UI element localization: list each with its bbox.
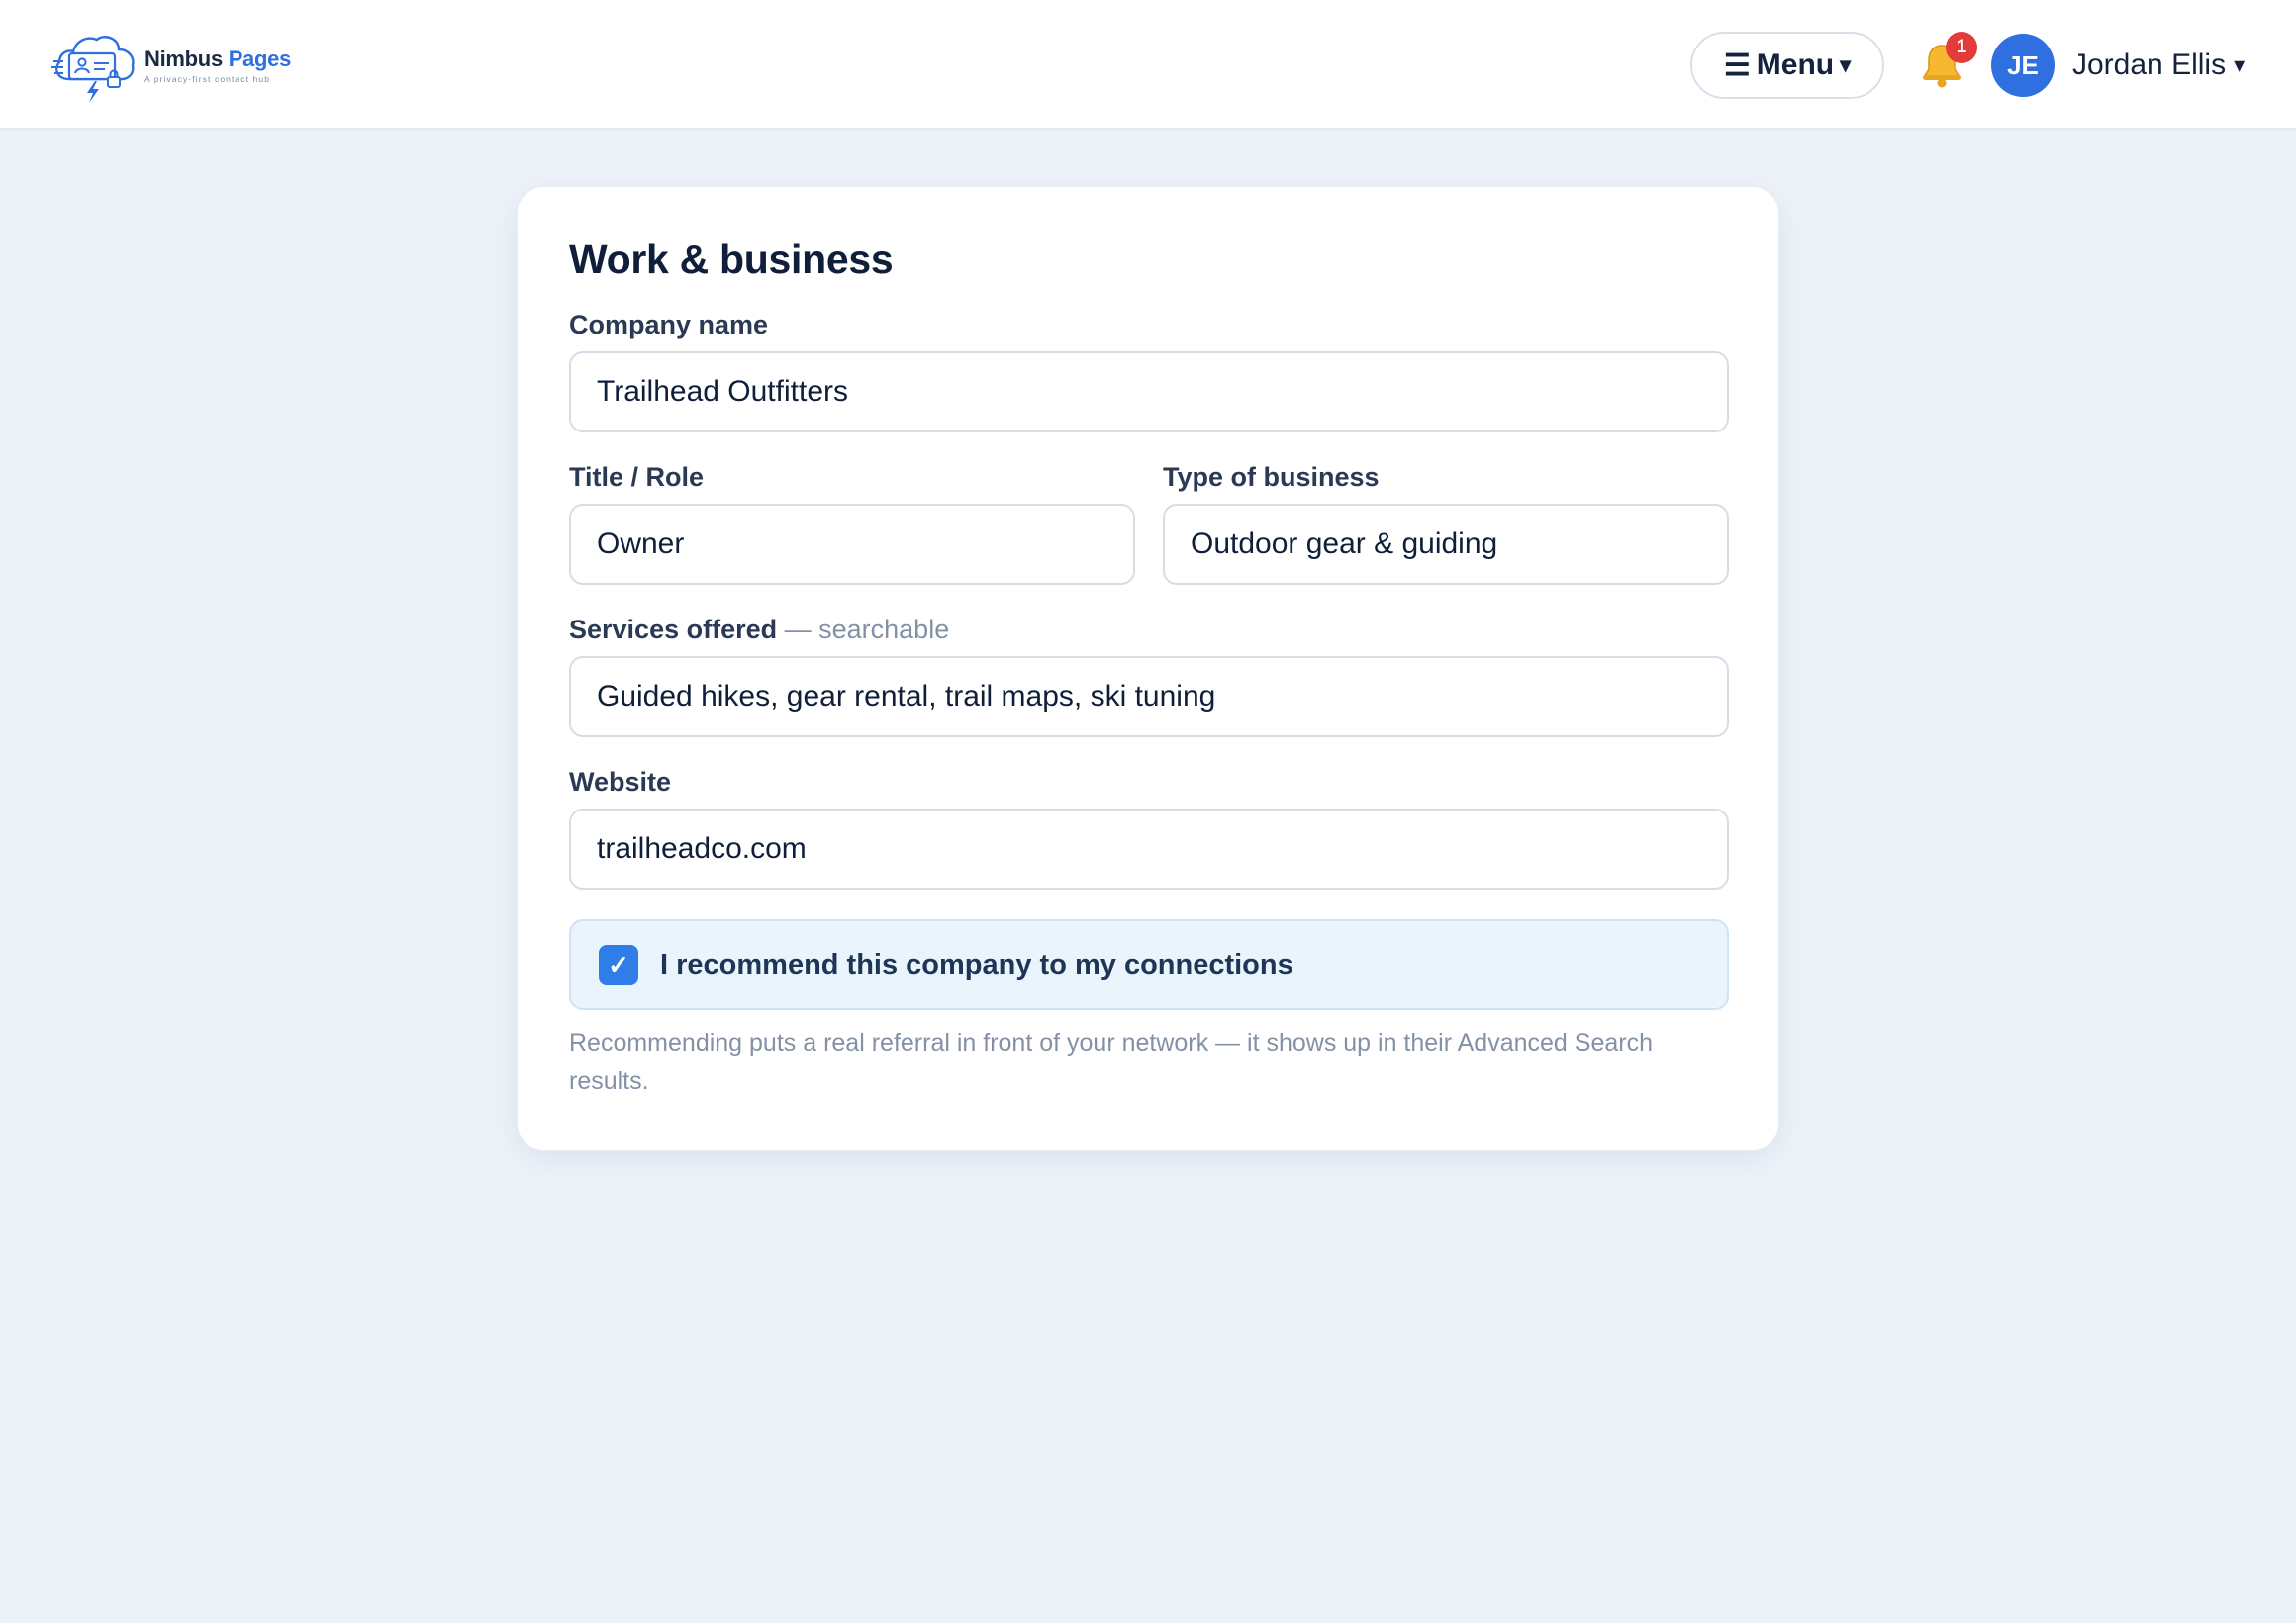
recommend-checkbox[interactable]: ✓ bbox=[599, 945, 638, 985]
hamburger-icon: ☰ bbox=[1723, 48, 1751, 82]
logo-tagline: A privacy-first contact hub bbox=[144, 74, 271, 84]
business-type-input[interactable] bbox=[1163, 504, 1729, 585]
business-type-label: Type of business bbox=[1163, 462, 1380, 492]
title-role-label: Title / Role bbox=[569, 462, 705, 492]
services-label-text: Services offered bbox=[569, 615, 778, 644]
company-name-label: Company name bbox=[569, 310, 769, 339]
avatar: JE bbox=[1991, 34, 2055, 97]
menu-button[interactable]: ☰ Menu ▾ bbox=[1690, 32, 1884, 99]
recommend-label[interactable]: I recommend this company to my connectio… bbox=[660, 949, 1293, 982]
title-role-input[interactable] bbox=[569, 504, 1135, 585]
user-menu[interactable]: JE Jordan Ellis ▾ bbox=[1991, 34, 2245, 97]
logo-name-part2: Pages bbox=[228, 47, 292, 71]
app-logo[interactable]: Nimbus Pages A privacy-first contact hub bbox=[49, 24, 291, 107]
cloud-contact-logo-icon bbox=[51, 36, 135, 103]
notification-count-badge: 1 bbox=[1946, 32, 1977, 63]
menu-label: Menu bbox=[1756, 48, 1835, 81]
notifications-button[interactable]: 1 bbox=[1914, 32, 1977, 93]
user-name: Jordan Ellis bbox=[2072, 48, 2227, 81]
website-input[interactable] bbox=[569, 809, 1729, 890]
recommend-option[interactable]: ✓ I recommend this company to my connect… bbox=[569, 919, 1729, 1010]
searchable-hint: — searchable bbox=[784, 615, 950, 644]
website-label: Website bbox=[569, 767, 672, 797]
work-business-card: Work & business Company name Title / Rol… bbox=[517, 186, 1779, 1151]
services-offered-label: Services offered — searchable bbox=[569, 615, 949, 645]
recommend-helper-text: Recommending puts a real referral in fro… bbox=[569, 1029, 1653, 1095]
logo-name-part1: Nimbus bbox=[144, 47, 223, 71]
chevron-down-icon: ▾ bbox=[1840, 52, 1852, 77]
chevron-down-icon: ▾ bbox=[2234, 52, 2246, 77]
section-title: Work & business bbox=[569, 237, 894, 282]
company-name-input[interactable] bbox=[569, 351, 1729, 432]
services-offered-input[interactable] bbox=[569, 656, 1729, 737]
top-navigation-bar: Nimbus Pages A privacy-first contact hub… bbox=[0, 0, 2296, 130]
